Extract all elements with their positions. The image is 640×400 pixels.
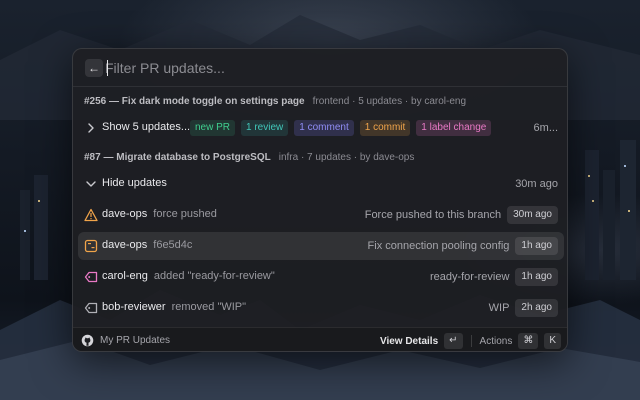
github-icon [81, 334, 94, 347]
tag-new-pr: new PR [190, 120, 236, 136]
pr-256-title: #256 — Fix dark mode toggle on settings … [84, 96, 305, 107]
chevron-down-icon [86, 181, 96, 187]
action-bar: My PR Updates View Details ↵ Actions ⌘ K [73, 327, 567, 351]
update-item-label-removed[interactable]: bob-reviewer removed "WIP" WIP 2h ago [78, 294, 564, 322]
update-item-label-added[interactable]: carol-eng added "ready-for-review" ready-… [78, 263, 564, 291]
timestamp-badge: 1h ago [515, 268, 558, 286]
update-user: carol-eng [102, 270, 148, 282]
update-detail: ready-for-review [429, 271, 510, 283]
divider [470, 335, 472, 347]
extension-title: My PR Updates [100, 335, 171, 346]
timestamp-badge: 2h ago [515, 299, 558, 317]
timestamp-badge: 30m ago [507, 206, 558, 224]
arrow-left-icon: ← [88, 61, 100, 75]
enter-key-hint: ↵ [444, 333, 463, 349]
k-key-hint: K [544, 333, 561, 349]
pr-87-title: #87 — Migrate database to PostgreSQL [84, 152, 271, 163]
search-bar: ← [73, 49, 567, 87]
pr-87-hide-updates-row[interactable]: Hide updates 30m ago [78, 170, 564, 198]
update-item-commit[interactable]: dave-ops f6e5d4c Fix connection pooling c… [78, 232, 564, 260]
back-button[interactable]: ← [85, 59, 103, 77]
update-action: added "ready-for-review" [153, 270, 275, 282]
timestamp: 6m... [533, 122, 558, 134]
show-updates-label: Show 5 updates... [102, 121, 191, 133]
row-accessories: Force pushed to this branch 30m ago [365, 206, 558, 224]
update-user: dave-ops [102, 239, 148, 251]
tag-icon [84, 302, 98, 314]
row-accessories: WIP 2h ago [489, 299, 558, 317]
footer-actions: View Details ↵ Actions ⌘ K [380, 332, 561, 350]
row-accessories: Fix connection pooling config 1h ago [368, 237, 558, 255]
tag-comment: 1 comment [294, 120, 354, 136]
hide-updates-label: Hide updates [102, 177, 167, 189]
pr-256-show-updates-row[interactable]: Show 5 updates... new PR 1 review 1 comm… [78, 114, 564, 142]
update-detail: Force pushed to this branch [364, 209, 502, 221]
commit-icon [84, 239, 98, 253]
warning-triangle-icon [84, 208, 98, 222]
text-caret [107, 60, 108, 76]
pr-256-header: #256 — Fix dark mode toggle on settings … [84, 96, 554, 110]
timestamp: 30m ago [515, 178, 558, 190]
actions-button[interactable]: Actions [480, 336, 513, 347]
pr-updates-panel: ← #256 — Fix dark mode toggle on setting… [72, 48, 568, 352]
search-input[interactable] [105, 58, 545, 78]
update-user: bob-reviewer [102, 301, 166, 313]
pr-256-meta: frontend · 5 updates · by carol-eng [312, 96, 467, 107]
update-item-force-push[interactable]: dave-ops force pushed Force pushed to thi… [78, 201, 564, 229]
update-detail: WIP [488, 302, 510, 314]
update-detail: Fix connection pooling config [367, 240, 510, 252]
row-accessories: 30m ago [515, 175, 558, 193]
tag-commit: 1 commit [359, 120, 411, 136]
pr-87-header: #87 — Migrate database to PostgreSQL infr… [84, 152, 554, 166]
pr-87-meta: infra · 7 updates · by dave-ops [278, 152, 415, 163]
update-action: removed "WIP" [171, 301, 247, 313]
update-action: force pushed [153, 208, 217, 220]
tag-review: 1 review [241, 120, 289, 136]
update-type-tags: new PR 1 review 1 comment 1 commit 1 lab… [190, 120, 492, 136]
command-key-hint: ⌘ [518, 333, 539, 349]
row-accessories: ready-for-review 1h ago [430, 268, 558, 286]
row-accessories: 6m... [534, 119, 558, 137]
update-user: dave-ops [102, 208, 148, 220]
commit-hash: f6e5d4c [153, 239, 193, 251]
tag-icon [84, 271, 98, 283]
timestamp-badge: 1h ago [515, 237, 558, 255]
view-details-button[interactable]: View Details [380, 336, 438, 347]
chevron-right-icon [88, 123, 94, 133]
tag-label-change: 1 label change [416, 120, 492, 136]
